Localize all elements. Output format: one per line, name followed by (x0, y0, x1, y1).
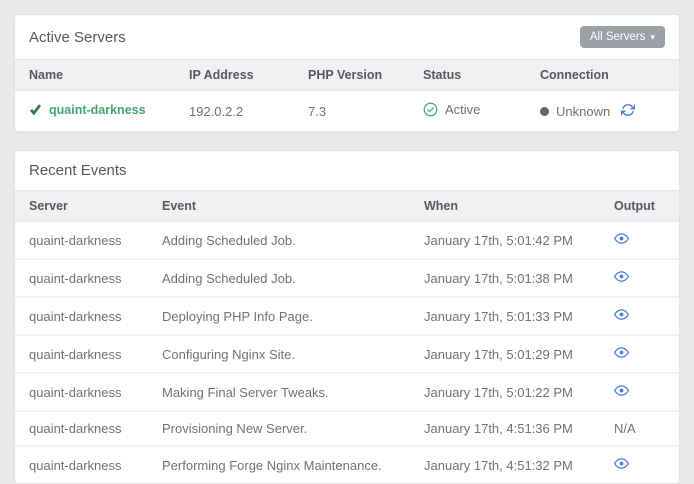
server-ip-address: 192.0.2.2 (175, 91, 294, 132)
recent-events-table: Server Event When Output quaint-darkness… (15, 190, 679, 483)
event-server-name: quaint-darkness (15, 335, 148, 373)
event-timestamp: January 17th, 5:01:29 PM (410, 335, 600, 373)
event-description: Adding Scheduled Job. (148, 222, 410, 260)
server-php-version: 7.3 (294, 91, 409, 132)
view-output-eye-icon (614, 269, 629, 287)
all-servers-dropdown-button[interactable]: All Servers ▾ (580, 26, 665, 48)
view-output-button[interactable] (614, 456, 629, 474)
events-table-body: quaint-darkness Adding Scheduled Job. Ja… (15, 222, 679, 484)
recent-events-card: Recent Events Server Event When Output q… (14, 150, 680, 484)
connection-label: Unknown (556, 104, 610, 119)
recent-events-card-header: Recent Events (15, 151, 679, 190)
col-header-name: Name (15, 60, 175, 91)
event-row: quaint-darkness Performing Forge Nginx M… (15, 446, 679, 483)
view-output-button[interactable] (614, 345, 629, 363)
event-timestamp: January 17th, 4:51:32 PM (410, 446, 600, 483)
active-servers-table: Name IP Address PHP Version Status Conne… (15, 59, 679, 131)
event-timestamp: January 17th, 5:01:38 PM (410, 259, 600, 297)
event-row: quaint-darkness Deploying PHP Info Page.… (15, 297, 679, 335)
view-output-eye-icon (614, 383, 629, 401)
event-description: Adding Scheduled Job. (148, 259, 410, 297)
event-server-name: quaint-darkness (15, 297, 148, 335)
all-servers-dropdown-label: All Servers (590, 31, 646, 43)
forge-dashboard: Active Servers All Servers ▾ Name IP Add… (14, 14, 680, 484)
status-label: Active (445, 102, 480, 117)
event-server-name: quaint-darkness (15, 259, 148, 297)
event-server-name: quaint-darkness (15, 373, 148, 411)
event-timestamp: January 17th, 5:01:33 PM (410, 297, 600, 335)
event-description: Deploying PHP Info Page. (148, 297, 410, 335)
view-output-button[interactable] (614, 383, 629, 401)
view-output-eye-icon (614, 345, 629, 363)
view-output-eye-icon (614, 456, 629, 474)
status-active-icon (423, 102, 438, 117)
view-output-button[interactable] (614, 231, 629, 249)
event-timestamp: January 17th, 5:01:42 PM (410, 222, 600, 260)
col-header-output: Output (600, 191, 679, 222)
col-header-php-version: PHP Version (294, 60, 409, 91)
event-description: Configuring Nginx Site. (148, 335, 410, 373)
active-servers-card: Active Servers All Servers ▾ Name IP Add… (14, 14, 680, 132)
event-timestamp: January 17th, 5:01:22 PM (410, 373, 600, 411)
event-server-name: quaint-darkness (15, 222, 148, 260)
view-output-button[interactable] (614, 269, 629, 287)
col-header-connection: Connection (526, 60, 679, 91)
col-header-ip-address: IP Address (175, 60, 294, 91)
refresh-icon (621, 103, 635, 120)
event-row: quaint-darkness Configuring Nginx Site. … (15, 335, 679, 373)
connection-status-dot-icon (540, 107, 549, 116)
col-header-when: When (410, 191, 600, 222)
caret-down-icon: ▾ (650, 33, 655, 42)
server-row: quaint-darkness 192.0.2.2 7.3 Active (15, 91, 679, 132)
event-row: quaint-darkness Adding Scheduled Job. Ja… (15, 222, 679, 260)
event-row: quaint-darkness Making Final Server Twea… (15, 373, 679, 411)
event-row: quaint-darkness Adding Scheduled Job. Ja… (15, 259, 679, 297)
view-output-eye-icon (614, 307, 629, 325)
server-name-link[interactable]: quaint-darkness (49, 103, 146, 117)
output-na-label: N/A (614, 421, 636, 436)
event-description: Making Final Server Tweaks. (148, 373, 410, 411)
active-servers-title: Active Servers (29, 29, 126, 46)
recent-events-title: Recent Events (29, 162, 127, 179)
col-header-status: Status (409, 60, 526, 91)
event-description: Performing Forge Nginx Maintenance. (148, 446, 410, 483)
active-servers-card-header: Active Servers All Servers ▾ (15, 15, 679, 59)
view-output-eye-icon (614, 231, 629, 249)
servers-header-row: Name IP Address PHP Version Status Conne… (15, 60, 679, 91)
event-server-name: quaint-darkness (15, 446, 148, 483)
refresh-connection-button[interactable] (621, 103, 635, 120)
col-header-event: Event (148, 191, 410, 222)
server-icon (29, 103, 42, 116)
events-header-row: Server Event When Output (15, 191, 679, 222)
view-output-button[interactable] (614, 307, 629, 325)
col-header-server: Server (15, 191, 148, 222)
